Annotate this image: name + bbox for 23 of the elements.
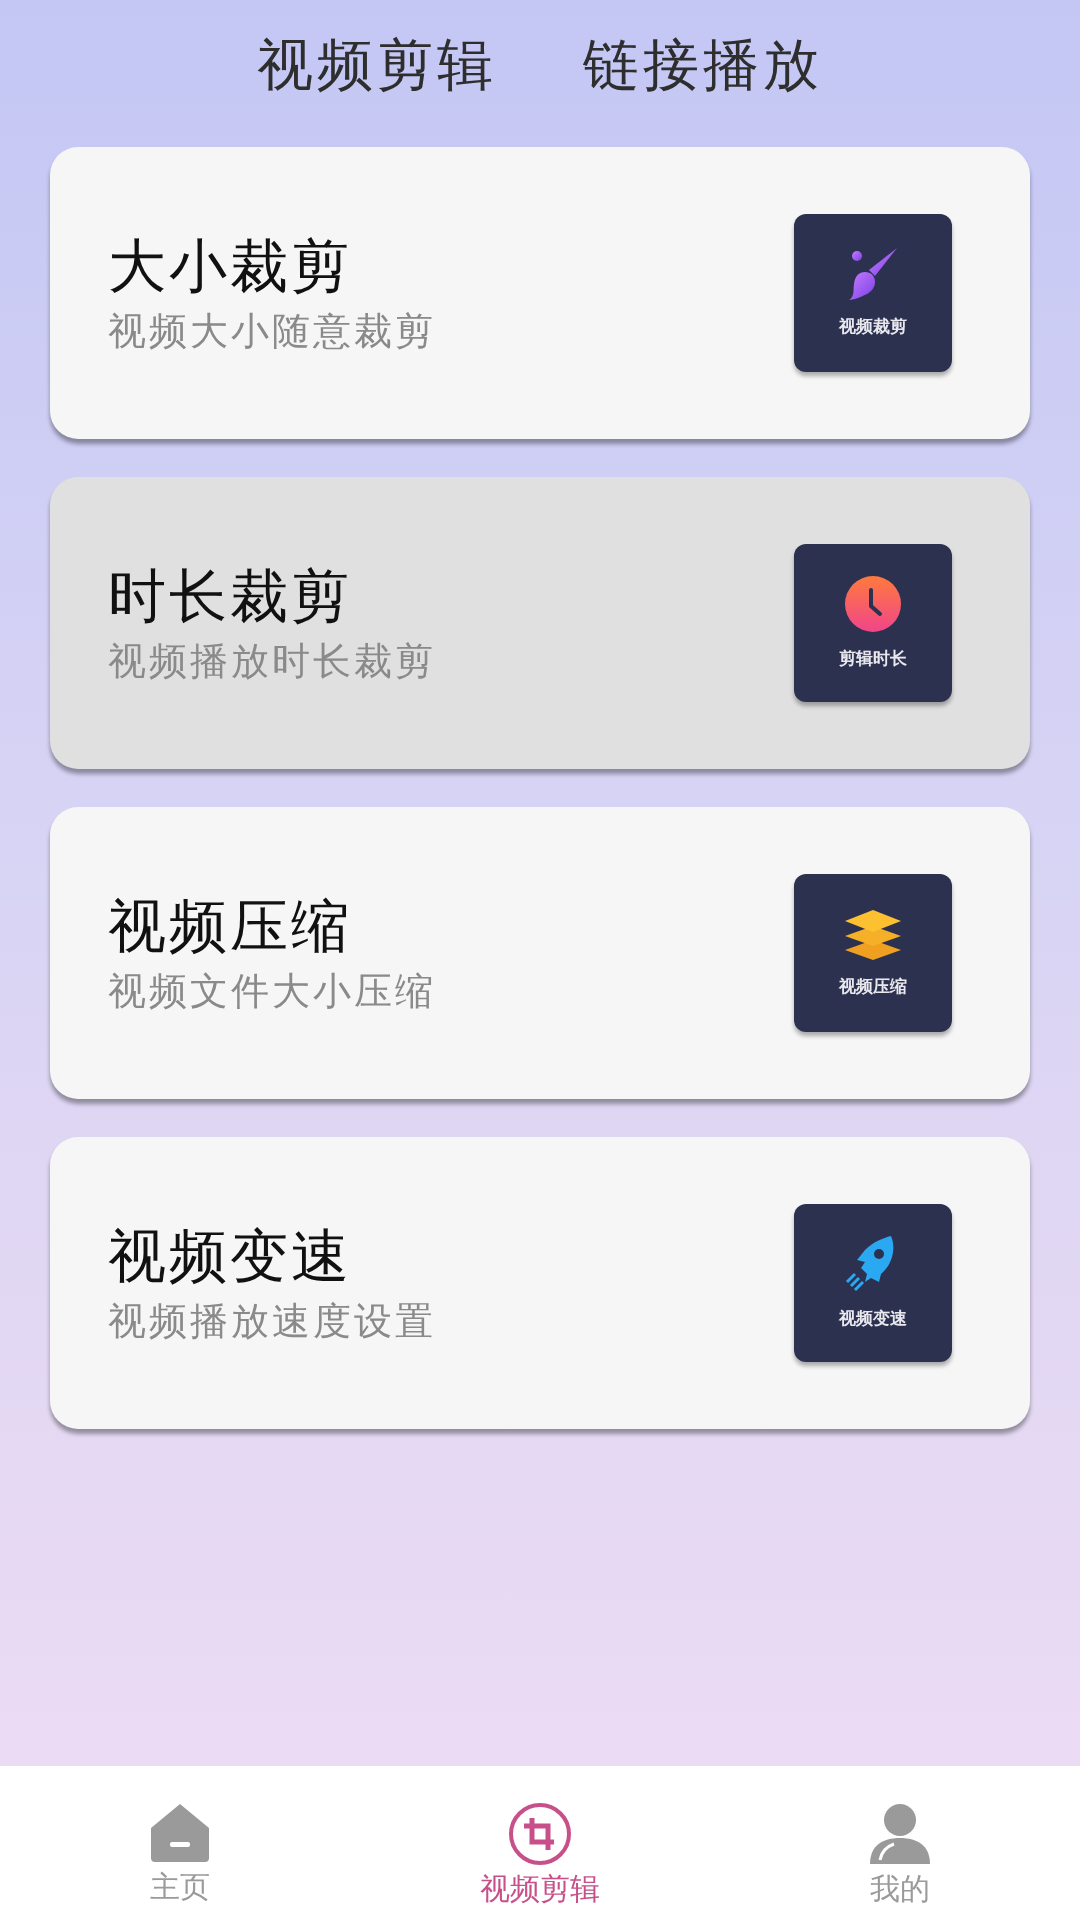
- feature-card[interactable]: 视频压缩 视频文件大小压缩 视频压缩: [50, 807, 1030, 1099]
- card-subtitle: 视频文件大小压缩: [108, 968, 436, 1015]
- feature-card[interactable]: 视频变速 视频播放速度设置 视频变速: [50, 1137, 1030, 1429]
- card-title: 时长裁剪: [108, 561, 353, 631]
- card-title: 视频变速: [108, 1221, 353, 1291]
- tile-label: 视频压缩: [839, 975, 907, 999]
- card-subtitle: 视频播放速度设置: [108, 1298, 436, 1345]
- card-subtitle: 视频大小随意裁剪: [108, 308, 436, 355]
- top-tab[interactable]: 视频剪辑: [257, 10, 497, 120]
- person-icon: [868, 1802, 932, 1866]
- card-subtitle: 视频播放时长裁剪: [108, 638, 436, 685]
- tile-label: 剪辑时长: [839, 647, 907, 671]
- home-icon: [149, 1802, 211, 1864]
- top-tab[interactable]: 链接播放: [583, 10, 823, 120]
- tile-label: 视频裁剪: [839, 315, 907, 339]
- feature-card[interactable]: 大小裁剪 视频大小随意裁剪 视频裁剪: [50, 147, 1030, 439]
- card-title: 视频压缩: [108, 891, 353, 961]
- feature-card[interactable]: 时长裁剪 视频播放时长裁剪 剪辑时长: [50, 477, 1030, 769]
- nav-tab[interactable]: 视频剪辑: [360, 1766, 720, 1920]
- tile-label: 视频变速: [839, 1307, 907, 1331]
- crop-icon: [508, 1802, 572, 1866]
- card-title: 大小裁剪: [108, 231, 353, 301]
- clock-icon: [843, 574, 903, 635]
